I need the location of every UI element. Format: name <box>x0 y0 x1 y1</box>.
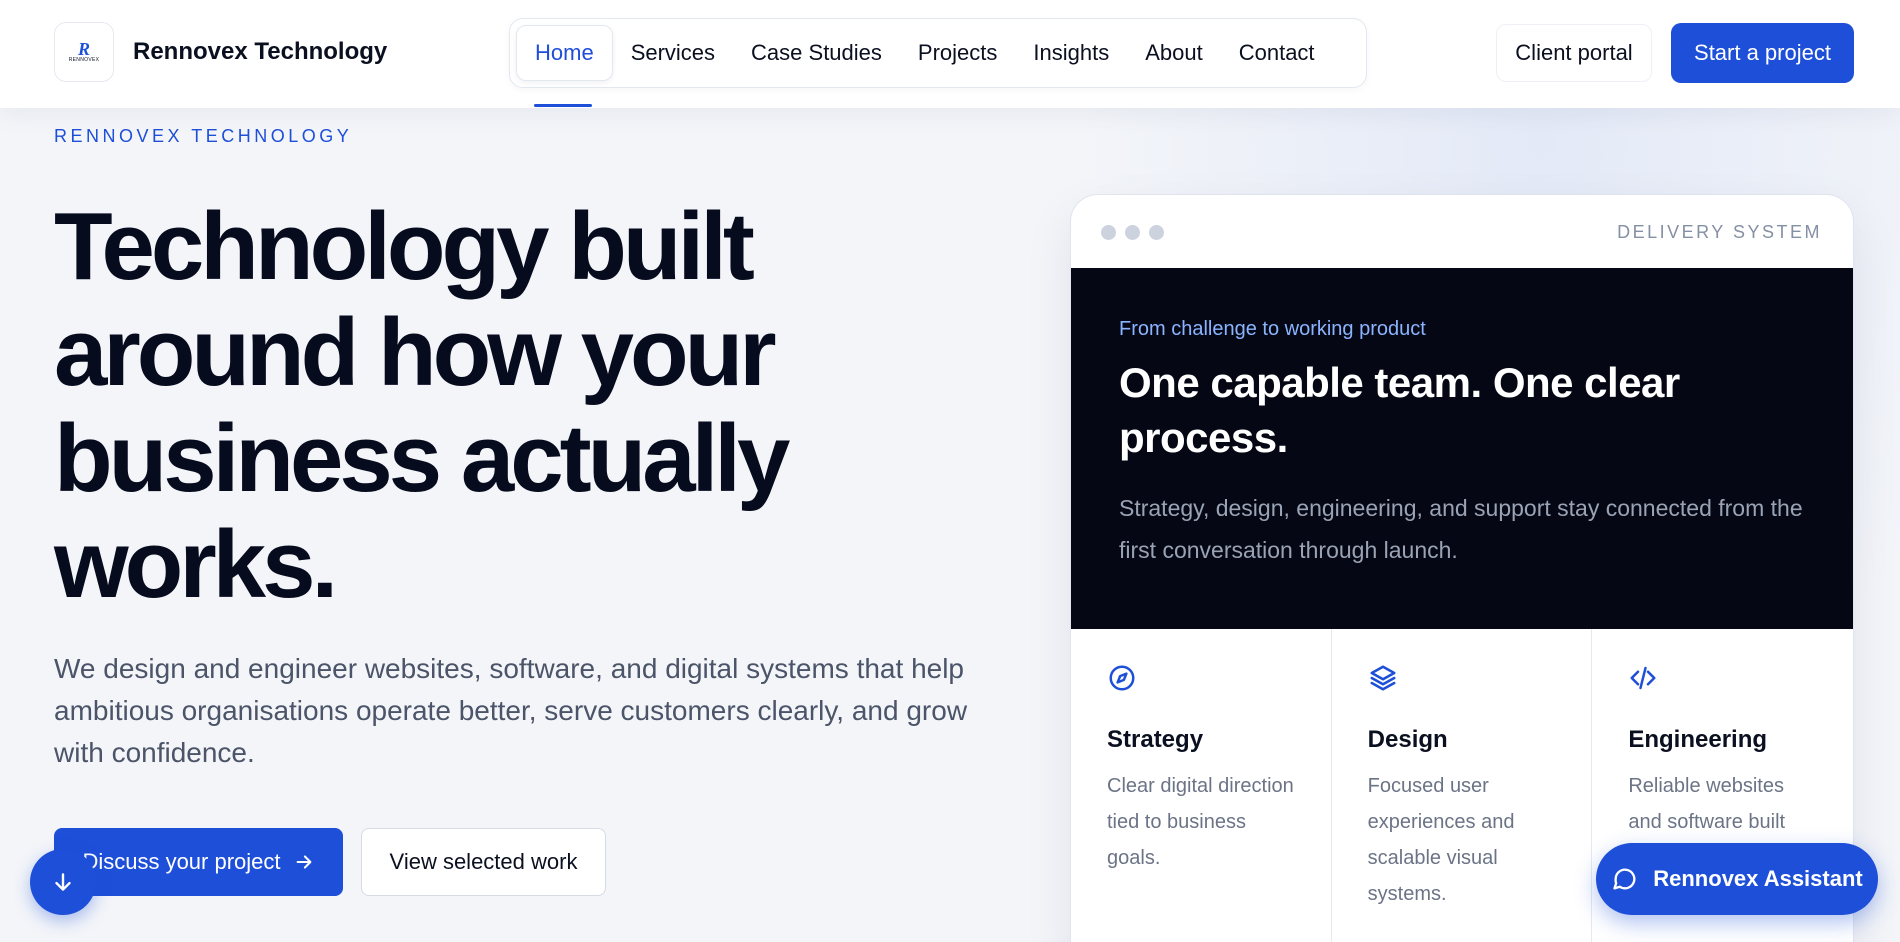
start-project-button[interactable]: Start a project <box>1671 23 1854 83</box>
service-column-design: Design Focused user experiences and scal… <box>1332 629 1593 942</box>
service-title: Strategy <box>1107 726 1204 753</box>
assistant-label: Rennovex Assistant <box>1653 866 1863 891</box>
logo[interactable]: R RENNOVEX <box>54 22 114 82</box>
scroll-down-button[interactable] <box>30 849 96 915</box>
window-dot <box>1125 225 1140 240</box>
delivery-system-card: DELIVERY SYSTEM From challenge to workin… <box>1070 194 1854 942</box>
window-dot <box>1101 225 1116 240</box>
window-dots <box>1101 225 1164 240</box>
brand-name[interactable]: Rennovex Technology <box>133 38 387 66</box>
logo-subtext: RENNOVEX <box>68 57 100 63</box>
card-label: DELIVERY SYSTEM <box>1617 222 1822 242</box>
nav-home[interactable]: Home <box>516 25 613 81</box>
service-description: Reliable websites and software built <box>1628 775 1786 833</box>
brand[interactable]: R RENNOVEX Rennovex Technology <box>54 22 387 82</box>
nav-services[interactable]: Services <box>613 25 733 81</box>
client-portal-button[interactable]: Client portal <box>1496 24 1652 82</box>
layers-icon <box>1370 665 1396 691</box>
hero-subtitle: We design and engineer websites, softwar… <box>54 653 968 768</box>
service-title: Design <box>1367 726 1448 753</box>
card-top-bar: DELIVERY SYSTEM <box>1071 195 1853 268</box>
site-header: R RENNOVEX Rennovex Technology Home Serv… <box>0 0 1900 108</box>
logo-mark: R <box>77 39 90 59</box>
active-nav-indicator <box>534 104 592 107</box>
card-title: One capable team. One clear process. <box>1119 359 1680 461</box>
main-nav: Home Services Case Studies Projects Insi… <box>509 18 1367 88</box>
service-description: Clear digital direction tied to business… <box>1107 775 1294 869</box>
arrow-right-icon <box>296 855 311 869</box>
arrow-down-icon <box>55 873 71 891</box>
service-description: Focused user experiences and scalable vi… <box>1367 775 1515 905</box>
chat-bubble-icon <box>1613 868 1636 890</box>
code-icon <box>1630 666 1656 690</box>
nav-contact[interactable]: Contact <box>1221 25 1333 81</box>
hero-eyebrow: RENNOVEX TECHNOLOGY <box>54 126 353 146</box>
card-kicker: From challenge to working product <box>1119 318 1426 340</box>
discuss-project-label: Discuss your project <box>82 849 281 874</box>
card-description: Strategy, design, engineering, and suppo… <box>1119 495 1803 563</box>
service-title: Engineering <box>1628 726 1768 753</box>
discuss-project-button[interactable]: Discuss your project <box>54 828 343 896</box>
hero-title: Technology built around how your busines… <box>54 193 790 618</box>
nav-about[interactable]: About <box>1127 25 1221 81</box>
window-dot <box>1149 225 1164 240</box>
service-column-strategy: Strategy Clear digital direction tied to… <box>1071 629 1332 942</box>
view-work-button[interactable]: View selected work <box>361 828 606 896</box>
nav-insights[interactable]: Insights <box>1015 25 1127 81</box>
card-feature-panel: From challenge to working product One ca… <box>1071 268 1853 629</box>
assistant-chat-button[interactable]: Rennovex Assistant <box>1596 843 1878 915</box>
nav-case-studies[interactable]: Case Studies <box>733 25 900 81</box>
nav-projects[interactable]: Projects <box>900 25 1015 81</box>
compass-icon <box>1109 665 1135 691</box>
